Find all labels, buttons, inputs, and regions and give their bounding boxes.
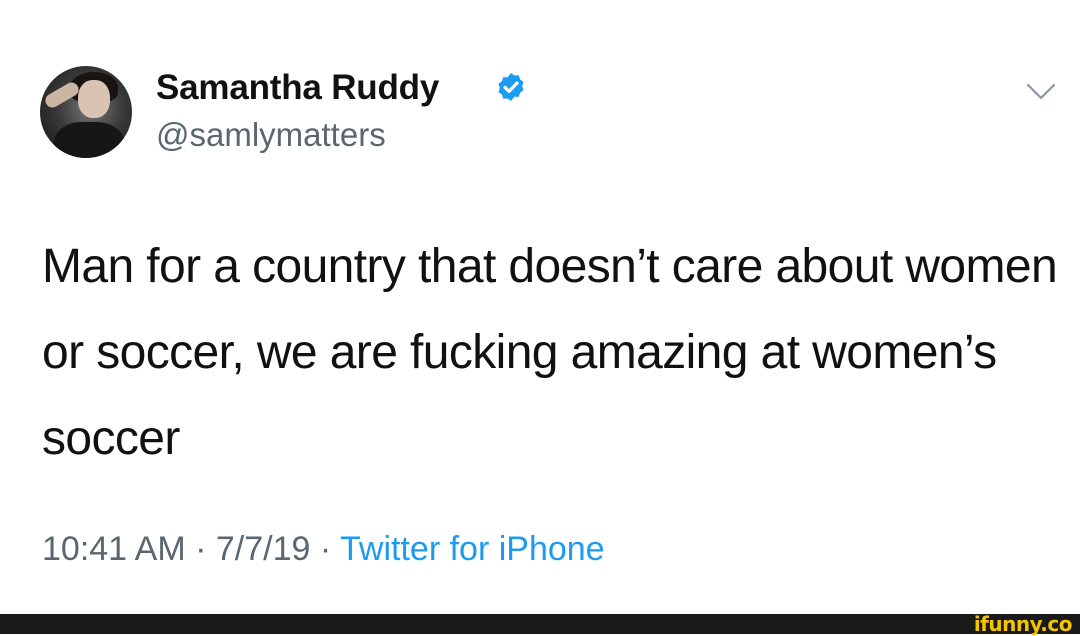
tweet-date[interactable]: 7/7/19 [216,530,311,568]
watermark-bar: ifunny.co [0,612,1080,636]
verified-badge-icon [498,73,524,101]
display-name[interactable]: Samantha Ruddy [156,68,439,108]
tweet-card: Samantha Ruddy @samlymatters Man for a c… [0,0,1080,614]
avatar[interactable] [40,66,132,158]
tweet-source-link[interactable]: Twitter for iPhone [340,530,605,568]
user-handle[interactable]: @samlymatters [156,116,386,154]
meta-separator: · [310,530,341,568]
watermark-logo: ifunny.co [973,612,1073,636]
tweet-meta: 10:41 AM · 7/7/19 · Twitter for iPhone [42,530,605,569]
tweet-text: Man for a country that doesn’t care abou… [42,240,1058,465]
meta-separator: · [185,530,216,568]
tweet-time: 10:41 AM [42,530,186,568]
chevron-down-icon[interactable] [1026,82,1056,102]
